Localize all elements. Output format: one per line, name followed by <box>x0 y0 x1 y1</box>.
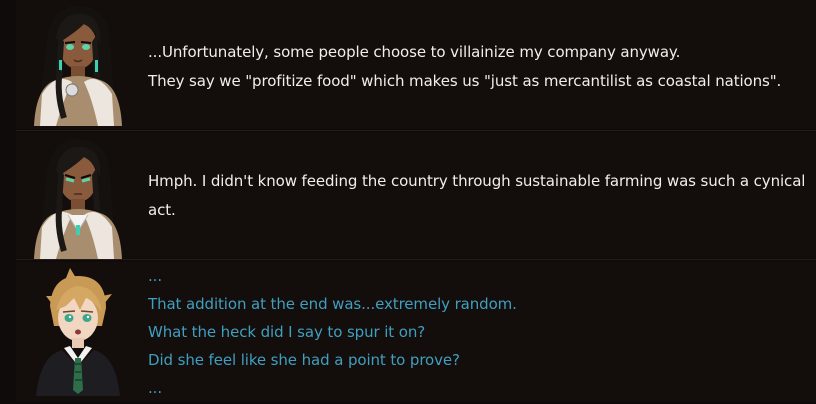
dialogue-line: They say we "profitize food" which makes… <box>148 72 782 90</box>
dialogue-text-3: ... That addition at the end was...extre… <box>148 262 808 402</box>
boy-portrait-icon <box>26 266 126 396</box>
dialogue-line: ... <box>148 267 163 285</box>
dialogue-line: Did she feel like she had a point to pro… <box>148 351 460 369</box>
dialogue-line: ... <box>148 379 163 397</box>
woman-portrait-icon <box>26 2 126 126</box>
dialogue-line: That addition at the end was...extremely… <box>148 295 517 313</box>
woman-portrait-frown-icon <box>26 135 126 259</box>
divider <box>16 259 816 260</box>
divider <box>16 130 816 131</box>
dialogue-text-2: Hmph. I didn't know feeding the country … <box>148 167 808 225</box>
dialogue-text-1: ...Unfortunately, some people choose to … <box>148 38 808 96</box>
dialogue-line: Hmph. I didn't know feeding the country … <box>148 172 806 219</box>
dialogue-line: ...Unfortunately, some people choose to … <box>148 43 681 61</box>
dialogue-line: What the heck did I say to spur it on? <box>148 323 426 341</box>
